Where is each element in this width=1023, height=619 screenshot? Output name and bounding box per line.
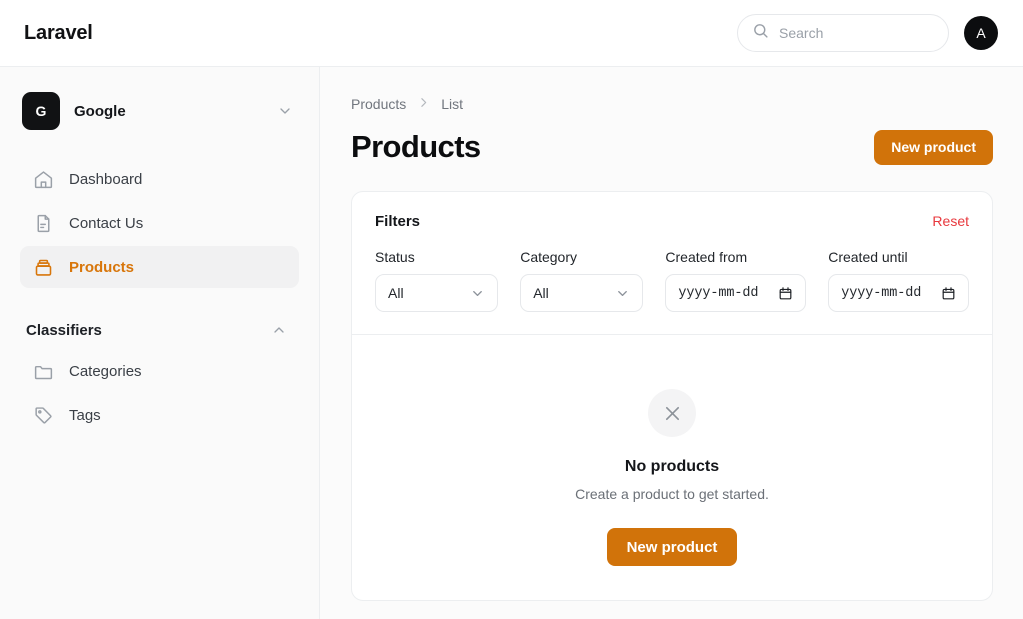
filter-created-until: Created until yyyy-mm-dd [828,249,969,312]
empty-state: No products Create a product to get star… [352,335,992,619]
empty-state-title: No products [625,458,719,476]
document-icon [32,212,54,234]
sidebar-item-label: Tags [69,407,101,424]
sidebar-item-categories[interactable]: Categories [20,350,299,392]
breadcrumb-parent[interactable]: Products [351,96,406,112]
created-from-input[interactable]: yyyy-mm-dd [665,274,806,312]
filter-created-from: Created from yyyy-mm-dd [665,249,806,312]
breadcrumb: Products List [351,94,993,114]
top-bar: Laravel A [0,0,1023,67]
created-from-value: yyyy-mm-dd [678,286,758,301]
sidebar-nav: Dashboard Contact Us [20,158,299,436]
search-icon [752,22,769,44]
sidebar-item-label: Contact Us [69,215,143,232]
filter-status-label: Status [375,249,498,265]
top-bar-actions: A [737,14,998,52]
filter-category: Category All [520,249,643,312]
sidebar-item-tags[interactable]: Tags [20,394,299,436]
sidebar-item-contact-us[interactable]: Contact Us [20,202,299,244]
sidebar-group-classifiers[interactable]: Classifiers [20,310,299,350]
workspace-logo: G [22,92,60,130]
sidebar-item-products[interactable]: Products [20,246,299,288]
filters-grid: Status All Category [375,249,969,312]
folder-icon [32,360,54,382]
chevron-down-icon [615,286,630,301]
avatar-initial: A [976,25,985,41]
search-input[interactable] [779,25,934,41]
calendar-icon[interactable] [941,286,956,301]
sidebar-group-label: Classifiers [26,322,102,339]
category-select-value: All [533,285,549,301]
empty-state-new-product-button[interactable]: New product [607,528,738,566]
reset-filters-button[interactable]: Reset [932,213,969,229]
filter-status: Status All [375,249,498,312]
main-content: Products List Products New product Filte… [320,67,1023,619]
chevron-down-icon [470,286,485,301]
sidebar-item-label: Categories [69,363,142,380]
workspace-switcher[interactable]: G Google [20,84,299,138]
filter-category-label: Category [520,249,643,265]
workspace-logo-initial: G [36,103,47,119]
status-select[interactable]: All [375,274,498,312]
app-shell: G Google Dashboard [0,67,1023,619]
created-until-input[interactable]: yyyy-mm-dd [828,274,969,312]
avatar[interactable]: A [964,16,998,50]
tag-icon [32,404,54,426]
sidebar-item-label: Dashboard [69,171,142,188]
status-select-value: All [388,285,404,301]
page-header: Products New product [351,125,993,169]
page-title: Products [351,129,481,165]
filters-section: Filters Reset Status All [352,192,992,335]
chevron-down-icon [277,103,293,119]
workspace-name: Google [74,103,126,120]
search-box[interactable] [737,14,949,52]
filters-title: Filters [375,213,420,230]
sidebar: G Google Dashboard [0,67,320,619]
sidebar-item-label: Products [69,259,134,276]
category-select[interactable]: All [520,274,643,312]
filter-created-until-label: Created until [828,249,969,265]
filter-created-from-label: Created from [665,249,806,265]
calendar-icon[interactable] [778,286,793,301]
breadcrumb-current: List [441,96,463,112]
box-icon [32,256,54,278]
products-card: Filters Reset Status All [351,191,993,601]
filters-header: Filters Reset [375,210,969,232]
created-until-value: yyyy-mm-dd [841,286,921,301]
empty-state-subtitle: Create a product to get started. [575,486,769,502]
new-product-button[interactable]: New product [874,130,993,165]
app-brand[interactable]: Laravel [24,22,93,45]
close-circle-icon [648,389,696,437]
home-icon [32,168,54,190]
sidebar-item-dashboard[interactable]: Dashboard [20,158,299,200]
chevron-up-icon[interactable] [271,322,287,338]
chevron-right-icon [417,96,430,112]
